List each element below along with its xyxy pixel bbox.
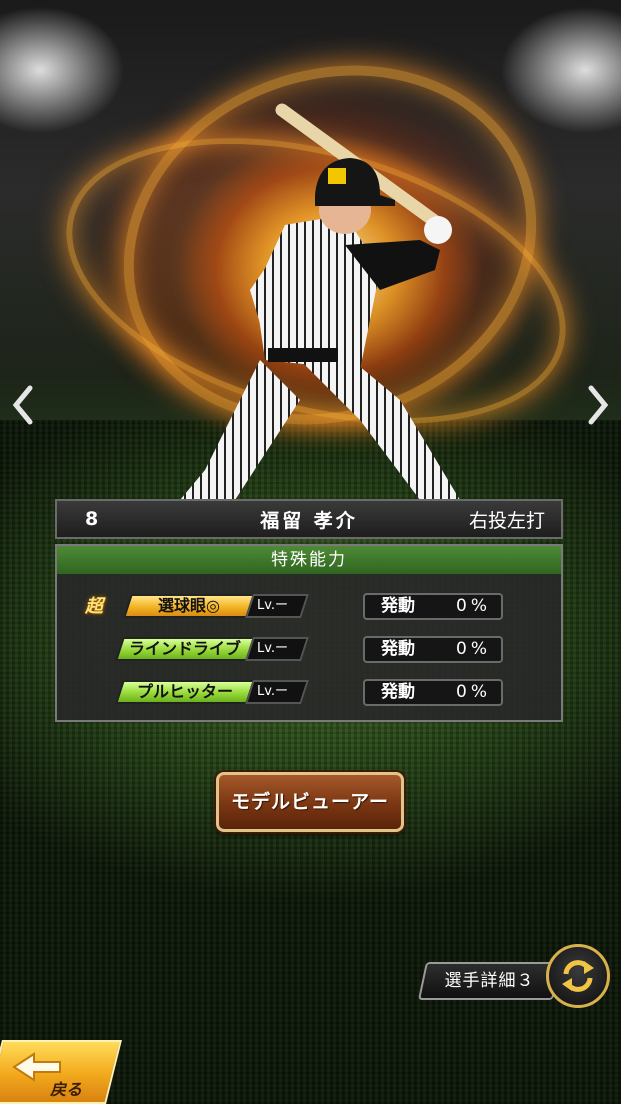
ability-tag: 選球眼◎ (123, 594, 255, 618)
ability-tag: ラインドライブ (115, 637, 255, 661)
ability-name: ラインドライブ (128, 639, 241, 658)
ability-panel-title: 特殊能力 (57, 546, 561, 574)
rotate-arrows-icon (562, 960, 594, 992)
ability-name: プルヒッター (136, 682, 233, 701)
ability-level: Lv.ー (245, 594, 309, 618)
chevron-left-icon (12, 385, 33, 425)
ability-row[interactable]: ラインドライブ Lv.ー 発動 0% (57, 633, 561, 665)
ability-level: Lv.ー (245, 680, 309, 704)
player-info-bar: 8 福留 孝介 右投左打 (55, 499, 563, 539)
back-label: 戻る (50, 1080, 83, 1099)
player-figure (180, 103, 460, 500)
throw-bat-hand: 右投左打 (468, 509, 545, 532)
ability-level: Lv.ー (245, 637, 309, 661)
player-detail-button[interactable]: 選手詳細３ (417, 962, 562, 1000)
ability-row[interactable]: 超 選球眼◎ Lv.ー 発動 0% (57, 590, 561, 622)
activation-rate: 発動 0% (363, 636, 503, 663)
player-detail-toggle[interactable] (546, 944, 610, 1008)
ability-row[interactable]: プルヒッター Lv.ー 発動 0% (57, 676, 561, 708)
model-viewer-button[interactable]: モデルビューアー (216, 772, 404, 832)
chevron-right-icon (588, 385, 609, 425)
activation-rate: 発動 0% (363, 593, 503, 620)
activation-rate: 発動 0% (363, 679, 503, 706)
next-player-button[interactable] (583, 380, 613, 430)
super-ability-mark: 超 (85, 596, 103, 617)
ability-name: 選球眼◎ (158, 596, 220, 615)
ability-tag: プルヒッター (115, 680, 255, 704)
prev-player-button[interactable] (8, 380, 38, 430)
special-ability-panel: 特殊能力 超 選球眼◎ Lv.ー 発動 0% ラインドライブ Lv.ー 発動 0… (55, 544, 563, 722)
player-detail-label: 選手詳細３ (444, 971, 535, 991)
